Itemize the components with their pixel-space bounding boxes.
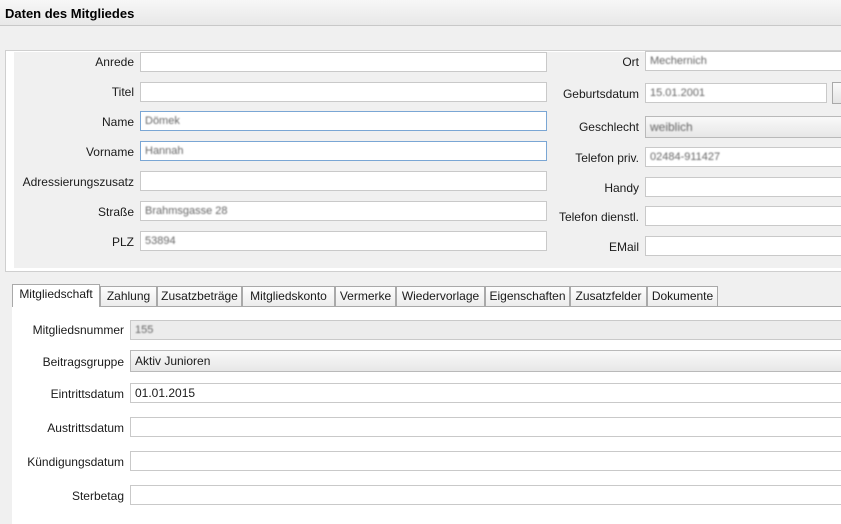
vorname-value: Hannah: [145, 145, 184, 157]
name-label: Name: [101, 115, 134, 129]
eintrittsdatum-field[interactable]: 01.01.2015: [130, 383, 841, 403]
email-field[interactable]: [645, 236, 841, 256]
plz-field[interactable]: 53894: [140, 231, 547, 251]
eintrittsdatum-label: Eintrittsdatum: [50, 387, 124, 401]
sterbetag-label: Sterbetag: [71, 489, 124, 503]
kuendigungsdatum-field[interactable]: [130, 451, 841, 471]
vorname-label: Vorname: [85, 145, 134, 159]
tab-wiedervorlage[interactable]: Wiedervorlage: [396, 286, 485, 306]
kuendigungsdatum-label: Kündigungsdatum: [27, 455, 124, 469]
tab-mitgliedschaft[interactable]: Mitgliedschaft: [12, 284, 100, 307]
strasse-field[interactable]: Brahmsgasse 28: [140, 201, 547, 221]
tab-zusatzfelder[interactable]: Zusatzfelder: [570, 286, 647, 306]
ort-value: Mechernich: [650, 55, 707, 67]
geschlecht-value: weiblich: [650, 120, 693, 134]
ort-label: Ort: [622, 55, 639, 69]
telefon-dienstl-field[interactable]: [645, 206, 841, 226]
handy-label: Handy: [604, 181, 639, 195]
mitgliedsnummer-value: 155: [135, 324, 154, 336]
telefon-priv-field[interactable]: 02484-911427: [645, 147, 841, 167]
window-title: Daten des Mitgliedes: [5, 6, 135, 21]
handy-field[interactable]: [645, 177, 841, 197]
telefon-dienstl-label: Telefon dienstl.: [558, 210, 639, 224]
name-value: Dömek: [145, 115, 180, 127]
beitragsgruppe-label: Beitragsgruppe: [42, 355, 124, 369]
plz-value: 53894: [145, 235, 176, 247]
email-label: EMail: [608, 240, 639, 254]
date-picker-button[interactable]: [832, 82, 841, 104]
telefon-priv-value: 02484-911427: [650, 151, 721, 163]
sterbetag-field[interactable]: [130, 485, 841, 505]
window-titlebar: Daten des Mitgliedes: [0, 0, 841, 26]
austrittsdatum-field[interactable]: [130, 417, 841, 437]
tab-eigenschaften[interactable]: Eigenschaften: [485, 286, 570, 306]
vorname-field[interactable]: Hannah: [140, 141, 547, 161]
titel-label: Titel: [111, 85, 134, 99]
anrede-label: Anrede: [95, 55, 134, 69]
geburtsdatum-value: 15.01.2001: [650, 87, 706, 99]
geschlecht-select[interactable]: weiblich: [645, 116, 841, 138]
name-field[interactable]: Dömek: [140, 111, 547, 131]
geburtsdatum-label: Geburtsdatum: [562, 87, 639, 101]
anrede-field[interactable]: [140, 52, 547, 72]
strasse-label: Straße: [97, 205, 134, 219]
tab-dokumente[interactable]: Dokumente: [647, 286, 718, 306]
tab-bar: Mitgliedschaft Zahlung Zusatzbeträge Mit…: [12, 284, 752, 307]
telefon-priv-label: Telefon priv.: [575, 151, 639, 165]
mitgliedsnummer-field: 155: [130, 320, 841, 340]
tab-mitgliedskonto[interactable]: Mitgliedskonto: [242, 286, 335, 306]
geburtsdatum-field[interactable]: 15.01.2001: [645, 83, 827, 103]
tab-zahlung[interactable]: Zahlung: [100, 286, 157, 306]
geschlecht-label: Geschlecht: [578, 120, 639, 134]
adressierungszusatz-field[interactable]: [140, 171, 547, 191]
tab-zusatzbetraege[interactable]: Zusatzbeträge: [157, 286, 242, 306]
mitgliedsnummer-label: Mitgliedsnummer: [32, 323, 124, 337]
adressierungszusatz-label: Adressierungszusatz: [22, 175, 134, 189]
strasse-value: Brahmsgasse 28: [145, 205, 228, 217]
titel-field[interactable]: [140, 82, 547, 102]
ort-field[interactable]: Mechernich: [645, 51, 841, 71]
beitragsgruppe-select[interactable]: Aktiv Junioren: [130, 350, 841, 372]
tab-vermerke[interactable]: Vermerke: [335, 286, 396, 306]
plz-label: PLZ: [111, 235, 134, 249]
austrittsdatum-label: Austrittsdatum: [47, 421, 124, 435]
